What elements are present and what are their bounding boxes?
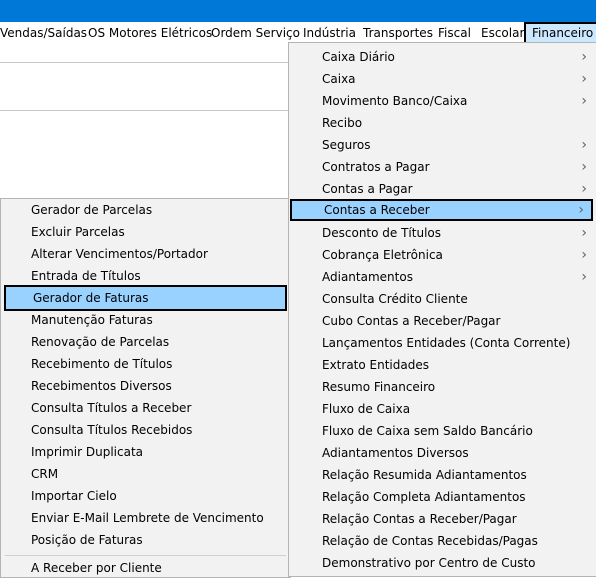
menu-bar: Vendas/Saídas OS Motores Elétricos Ordem… xyxy=(0,22,596,44)
submenu-item-recebimentos-diversos[interactable]: Recebimentos Diversos xyxy=(1,375,290,397)
submenu-separator xyxy=(5,555,286,556)
menu-financeiro[interactable]: Financeiro xyxy=(524,22,596,44)
submenu-item-posicao-faturas[interactable]: Posição de Faturas xyxy=(1,529,290,551)
submenu-item-gerador-faturas[interactable]: Gerador de Faturas xyxy=(4,285,287,311)
menu-item-contratos-pagar[interactable]: Contratos a Pagar › xyxy=(289,156,596,178)
chevron-right-icon: › xyxy=(581,71,587,87)
submenu-item-imprimir-duplicata[interactable]: Imprimir Duplicata xyxy=(1,441,290,463)
menu-item-contas-receber[interactable]: Contas a Receber › xyxy=(290,199,593,221)
menu-vendas-saidas[interactable]: Vendas/Saídas xyxy=(0,22,87,44)
menu-item-demonstrativo-centro-custo[interactable]: Demonstrativo por Centro de Custo xyxy=(289,552,596,574)
chevron-right-icon: › xyxy=(578,202,584,218)
menu-item-resumo-financeiro[interactable]: Resumo Financeiro xyxy=(289,376,596,398)
chevron-right-icon: › xyxy=(581,225,587,241)
menu-ordem-servico[interactable]: Ordem Serviço xyxy=(211,22,300,44)
menu-item-fluxo-caixa[interactable]: Fluxo de Caixa xyxy=(289,398,596,420)
menu-item-desconto-titulos[interactable]: Desconto de Títulos › xyxy=(289,222,596,244)
menu-transportes[interactable]: Transportes xyxy=(363,22,433,44)
menu-item-contas-pagar[interactable]: Contas a Pagar › xyxy=(289,178,596,200)
chevron-right-icon: › xyxy=(581,137,587,153)
menu-escolar[interactable]: Escolar xyxy=(481,22,524,44)
submenu-item-crm[interactable]: CRM xyxy=(1,463,290,485)
toolbar-divider-bottom xyxy=(0,110,290,111)
menu-item-relacao-contas-receber-pagar[interactable]: Relação Contas a Receber/Pagar xyxy=(289,508,596,530)
submenu-item-receber-por-cliente[interactable]: A Receber por Cliente xyxy=(1,557,290,577)
menu-item-extrato-entidades[interactable]: Extrato Entidades xyxy=(289,354,596,376)
financeiro-dropdown: Caixa Diário › Caixa › Movimento Banco/Cai… xyxy=(288,42,596,577)
submenu-item-consulta-titulos-recebidos[interactable]: Consulta Títulos Recebidos xyxy=(1,419,290,441)
submenu-item-alterar-vencimentos[interactable]: Alterar Vencimentos/Portador xyxy=(1,243,290,265)
menu-item-movimento-banco-caixa[interactable]: Movimento Banco/Caixa › xyxy=(289,90,596,112)
chevron-right-icon: › xyxy=(581,93,587,109)
menu-item-seguros[interactable]: Seguros › xyxy=(289,134,596,156)
chevron-right-icon: › xyxy=(581,247,587,263)
menu-item-adiantamentos-diversos[interactable]: Adiantamentos Diversos xyxy=(289,442,596,464)
submenu-item-enviar-email-lembrete[interactable]: Enviar E-Mail Lembrete de Vencimento xyxy=(1,507,290,529)
chevron-right-icon: › xyxy=(581,269,587,285)
submenu-item-entrada-titulos[interactable]: Entrada de Títulos xyxy=(1,265,290,287)
chevron-right-icon: › xyxy=(581,181,587,197)
menu-item-cobranca-eletronica[interactable]: Cobrança Eletrônica › xyxy=(289,244,596,266)
menu-item-lancamentos-entidades[interactable]: Lançamentos Entidades (Conta Corrente) xyxy=(289,332,596,354)
menu-item-relacao-contas-recebidas-pagas[interactable]: Relação de Contas Recebidas/Pagas xyxy=(289,530,596,552)
menu-os-motores[interactable]: OS Motores Elétricos xyxy=(88,22,212,44)
submenu-item-consulta-titulos-receber[interactable]: Consulta Títulos a Receber xyxy=(1,397,290,419)
submenu-item-renovacao-parcelas[interactable]: Renovação de Parcelas xyxy=(1,331,290,353)
submenu-item-gerador-parcelas[interactable]: Gerador de Parcelas xyxy=(1,199,290,221)
chevron-right-icon: › xyxy=(581,159,587,175)
menu-item-adiantamentos[interactable]: Adiantamentos › xyxy=(289,266,596,288)
menu-item-caixa-diario[interactable]: Caixa Diário › xyxy=(289,46,596,68)
chevron-right-icon: › xyxy=(581,49,587,65)
menu-item-consulta-credito-cliente[interactable]: Consulta Crédito Cliente xyxy=(289,288,596,310)
menu-item-relacao-completa-adiantamentos[interactable]: Relação Completa Adiantamentos xyxy=(289,486,596,508)
menu-item-caixa[interactable]: Caixa › xyxy=(289,68,596,90)
submenu-item-importar-cielo[interactable]: Importar Cielo xyxy=(1,485,290,507)
submenu-item-manutencao-faturas[interactable]: Manutenção Faturas xyxy=(1,309,290,331)
menu-item-fluxo-caixa-sem-saldo[interactable]: Fluxo de Caixa sem Saldo Bancário xyxy=(289,420,596,442)
menu-industria[interactable]: Indústria xyxy=(303,22,356,44)
submenu-item-recebimento-titulos[interactable]: Recebimento de Títulos xyxy=(1,353,290,375)
menu-item-cubo-contas[interactable]: Cubo Contas a Receber/Pagar xyxy=(289,310,596,332)
title-bar xyxy=(0,0,596,22)
menu-fiscal[interactable]: Fiscal xyxy=(438,22,471,44)
contas-receber-submenu: Gerador de Parcelas Excluir Parcelas Alt… xyxy=(0,198,291,578)
submenu-item-excluir-parcelas[interactable]: Excluir Parcelas xyxy=(1,221,290,243)
menu-item-relacao-resumida-adiantamentos[interactable]: Relação Resumida Adiantamentos xyxy=(289,464,596,486)
toolbar-divider-top xyxy=(0,62,290,63)
menu-item-recibo[interactable]: Recibo xyxy=(289,112,596,134)
